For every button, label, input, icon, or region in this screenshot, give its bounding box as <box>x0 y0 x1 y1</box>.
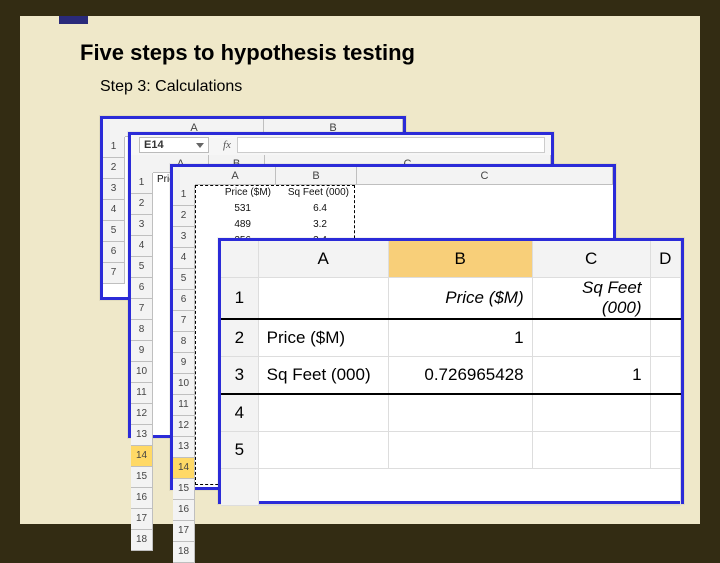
row-header[interactable]: 16 <box>131 488 153 509</box>
row-header[interactable]: 1 <box>221 278 258 320</box>
cell-A3: Sq Feet (000) <box>258 357 388 395</box>
row-header[interactable]: 9 <box>173 353 195 374</box>
slide-title: Five steps to hypothesis testing <box>80 40 415 66</box>
row-header[interactable]: 3 <box>221 357 258 395</box>
row-header[interactable]: 3 <box>173 227 195 248</box>
row-header[interactable]: 10 <box>173 374 195 395</box>
formula-input[interactable] <box>237 137 545 153</box>
col-header-B[interactable]: B <box>276 167 357 185</box>
row-header[interactable]: 3 <box>103 179 125 200</box>
row-header[interactable]: 13 <box>131 425 153 446</box>
col-header-A[interactable]: A <box>195 167 276 185</box>
row-header[interactable]: 17 <box>173 521 195 542</box>
row-header[interactable]: 8 <box>173 332 195 353</box>
row-header[interactable]: 7 <box>131 299 153 320</box>
row-header[interactable]: 12 <box>173 416 195 437</box>
row-header[interactable]: 15 <box>173 479 195 500</box>
row-header[interactable]: 2 <box>103 158 125 179</box>
row-header[interactable]: 7 <box>173 311 195 332</box>
insert-function-icon[interactable]: fx <box>223 139 231 151</box>
row-header[interactable]: 5 <box>221 432 258 469</box>
row-header[interactable]: 18 <box>173 542 195 563</box>
row-header[interactable]: 1 <box>131 173 153 194</box>
select-all-corner[interactable] <box>103 119 126 138</box>
row-header[interactable]: 17 <box>131 509 153 530</box>
row-header[interactable]: 5 <box>173 269 195 290</box>
select-all-corner[interactable] <box>221 241 258 278</box>
cell-C1: Sq Feet (000) <box>532 278 650 320</box>
row-header[interactable]: 3 <box>131 215 153 236</box>
row-header[interactable]: 7 <box>103 263 125 284</box>
row-header[interactable]: 16 <box>173 500 195 521</box>
cell-B1: Price ($M) <box>388 278 532 320</box>
col-header-A[interactable]: A <box>258 241 388 278</box>
row-header[interactable]: 4 <box>131 236 153 257</box>
row-headers: 1 2 3 4 5 6 7 <box>103 137 125 297</box>
row-header-selected[interactable]: 14 <box>131 446 153 467</box>
slide-canvas: Five steps to hypothesis testing Step 3:… <box>20 16 700 524</box>
row-header[interactable]: 2 <box>173 206 195 227</box>
row-header[interactable]: 8 <box>131 320 153 341</box>
cell-B2: 1 <box>388 319 532 357</box>
row-header[interactable]: 6 <box>173 290 195 311</box>
row-header[interactable]: 4 <box>103 200 125 221</box>
row-header[interactable]: 5 <box>131 257 153 278</box>
row-header[interactable]: 6 <box>103 242 125 263</box>
select-all-corner[interactable] <box>131 155 154 174</box>
row-headers: 1 2 3 4 5 6 7 8 9 10 11 12 13 14 15 16 1… <box>131 173 153 435</box>
row-header[interactable]: 18 <box>131 530 153 551</box>
col-header-C[interactable]: C <box>357 167 613 185</box>
row-header[interactable]: 4 <box>173 248 195 269</box>
slide-subtitle: Step 3: Calculations <box>100 78 242 96</box>
screenshot-correlation-output: A B C D 1 Price ($M) Sq Feet (000) 2 Pri… <box>218 238 684 504</box>
row-header[interactable]: 11 <box>131 383 153 404</box>
row-header[interactable]: 1 <box>103 137 125 158</box>
row-header[interactable]: 2 <box>131 194 153 215</box>
col-header-C[interactable]: C <box>532 241 650 278</box>
row-header[interactable]: 15 <box>131 467 153 488</box>
row-header[interactable]: 11 <box>173 395 195 416</box>
correlation-table: A B C D 1 Price ($M) Sq Feet (000) 2 Pri… <box>221 241 681 506</box>
col-header-B-selected[interactable]: B <box>388 241 532 278</box>
col-header-D[interactable]: D <box>650 241 680 278</box>
row-header[interactable]: 4 <box>221 394 258 432</box>
row-headers: 1 2 3 4 5 6 7 8 9 10 11 12 13 14 15 16 1… <box>173 185 195 487</box>
row-header[interactable]: 10 <box>131 362 153 383</box>
row-header[interactable]: 1 <box>173 185 195 206</box>
row-header[interactable]: 12 <box>131 404 153 425</box>
name-box[interactable]: E14 <box>139 137 209 153</box>
chevron-down-icon <box>196 143 204 148</box>
select-all-corner[interactable] <box>173 167 196 186</box>
name-box-value: E14 <box>144 139 164 151</box>
row-header[interactable]: 5 <box>103 221 125 242</box>
cell-B3: 0.726965428 <box>388 357 532 395</box>
formula-bar: E14 fx <box>131 135 551 156</box>
row-header-selected[interactable]: 14 <box>173 458 195 479</box>
cell-A2: Price ($M) <box>258 319 388 357</box>
row-header[interactable]: 9 <box>131 341 153 362</box>
accent-bar <box>59 16 88 24</box>
cell-C3: 1 <box>532 357 650 395</box>
row-header[interactable]: 2 <box>221 319 258 357</box>
column-headers: A B C <box>195 167 613 185</box>
row-header[interactable]: 13 <box>173 437 195 458</box>
row-header[interactable]: 6 <box>131 278 153 299</box>
